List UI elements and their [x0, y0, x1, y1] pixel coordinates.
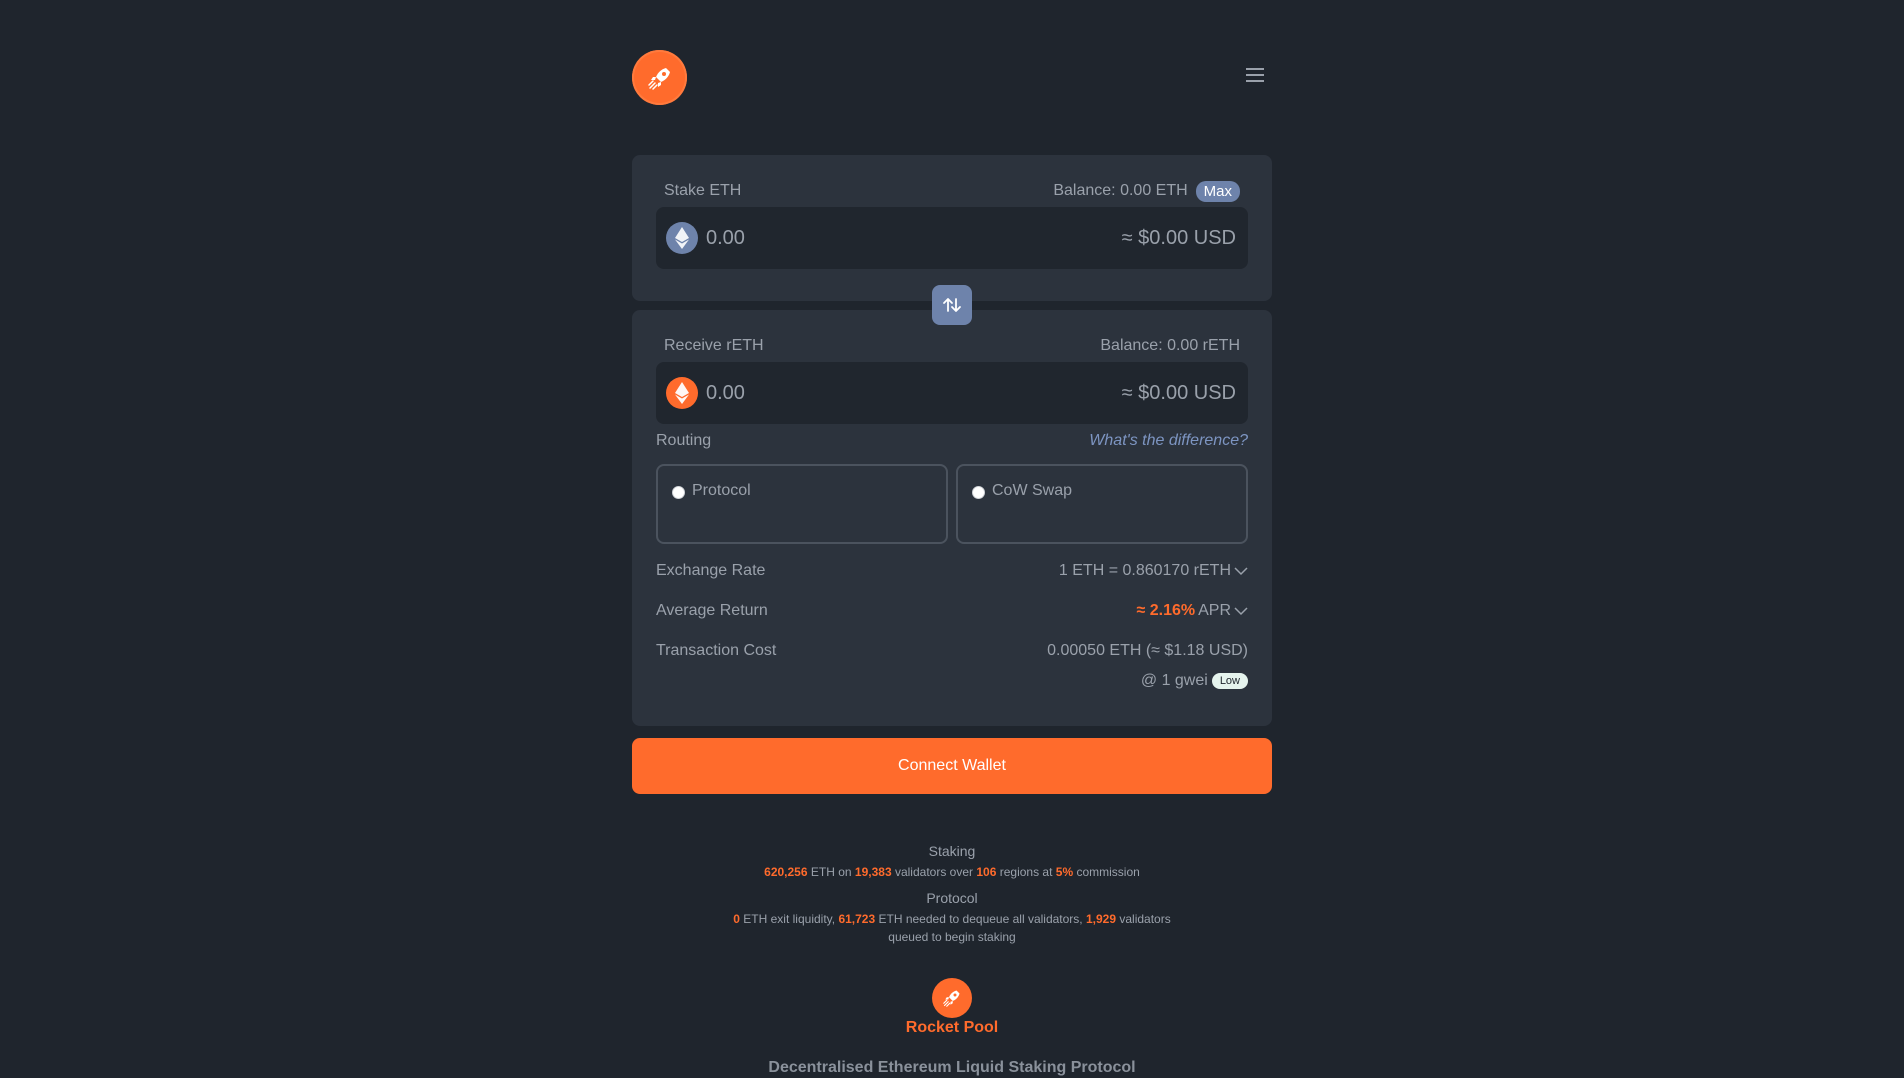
- top-bar: [632, 50, 1272, 105]
- transaction-cost-value: 0.00050 ETH (≈ $1.18 USD): [1047, 642, 1248, 659]
- brand-tagline: Decentralised Ethereum Liquid Staking Pr…: [768, 1059, 1136, 1076]
- average-return-row[interactable]: Average Return ≈ 2.16% APR: [656, 600, 1248, 622]
- chevron-down-icon[interactable]: [1234, 606, 1248, 616]
- connect-wallet-button[interactable]: Connect Wallet: [632, 738, 1272, 794]
- footer-logo: [932, 978, 972, 1018]
- exchange-rate-row[interactable]: Exchange Rate 1 ETH = 0.860170 rETH: [656, 560, 1248, 582]
- swap-direction-button[interactable]: [932, 285, 972, 325]
- transaction-cost-row: Transaction Cost 0.00050 ETH (≈ $1.18 US…: [656, 640, 1248, 662]
- reth-icon: [666, 377, 698, 409]
- rocket-icon: [647, 67, 670, 90]
- receive-label: Receive rETH: [664, 337, 764, 354]
- staking-stats-line: 620,256 ETH on 19,383 validators over 10…: [764, 865, 1140, 879]
- receive-usd-value: ≈ $0.00 USD: [1121, 382, 1236, 404]
- brand-name: Rocket Pool: [905, 1019, 999, 1036]
- stake-card: Stake ETH Balance: 0.00 ETH Max ≈ $0.00 …: [632, 155, 1272, 301]
- protocol-stats-line: 0 ETH exit liquidity, 61,723 ETH needed …: [733, 912, 1171, 944]
- routing-label: Routing: [656, 432, 712, 449]
- average-return-label: Average Return: [656, 602, 768, 619]
- eth-icon: [666, 222, 698, 254]
- apr-value: ≈ 2.16%: [1136, 602, 1196, 619]
- staking-stats-title: Staking: [928, 843, 976, 859]
- route-option-label: Protocol: [692, 482, 751, 499]
- max-button[interactable]: Max: [1195, 180, 1240, 202]
- swap-arrows-icon: [943, 298, 961, 312]
- cow-swap-radio[interactable]: [972, 486, 985, 499]
- protocol-stats: Protocol 0 ETH exit liquidity, 61,723 ET…: [632, 890, 1272, 946]
- stake-amount-box: ≈ $0.00 USD: [656, 207, 1248, 269]
- protocol-stats-title: Protocol: [926, 890, 978, 906]
- transaction-cost-label: Transaction Cost: [656, 642, 777, 659]
- rocket-icon: [943, 990, 960, 1007]
- route-option-label: CoW Swap: [992, 482, 1073, 499]
- receive-header: Receive rETH Balance: 0.00 rETH: [664, 334, 1240, 358]
- rocket-pool-logo[interactable]: [632, 50, 687, 105]
- gas-price-value: @ 1 gwei: [1140, 672, 1208, 689]
- stake-label: Stake ETH: [664, 182, 742, 199]
- exchange-rate-label: Exchange Rate: [656, 562, 766, 579]
- hamburger-icon: [1246, 68, 1264, 70]
- protocol-radio[interactable]: [672, 486, 685, 499]
- receive-card: Receive rETH Balance: 0.00 rETH ≈ $0.00 …: [632, 310, 1272, 726]
- route-option-cow-swap[interactable]: CoW Swap: [956, 464, 1248, 544]
- menu-button[interactable]: [1246, 64, 1268, 86]
- stake-usd-value: ≈ $0.00 USD: [1121, 227, 1236, 249]
- staking-stats: Staking 620,256 ETH on 19,383 validators…: [632, 843, 1272, 881]
- receive-balance: Balance: 0.00 rETH: [1100, 337, 1240, 354]
- gas-level-badge: Low: [1211, 673, 1248, 689]
- stake-balance: Balance: 0.00 ETH: [1053, 182, 1188, 199]
- stake-amount-input[interactable]: [704, 207, 1004, 269]
- apr-suffix: APR: [1198, 602, 1231, 619]
- gas-price: @ 1 gwei Low: [1141, 672, 1248, 690]
- receive-amount-box: ≈ $0.00 USD: [656, 362, 1248, 424]
- chevron-down-icon[interactable]: [1234, 566, 1248, 576]
- exchange-rate-value: 1 ETH = 0.860170 rETH: [1058, 562, 1231, 579]
- routing-difference-link[interactable]: What's the difference?: [1089, 432, 1248, 450]
- stake-header: Stake ETH Balance: 0.00 ETH Max: [664, 179, 1240, 203]
- receive-amount-input[interactable]: [704, 362, 1004, 424]
- route-option-protocol[interactable]: Protocol: [656, 464, 948, 544]
